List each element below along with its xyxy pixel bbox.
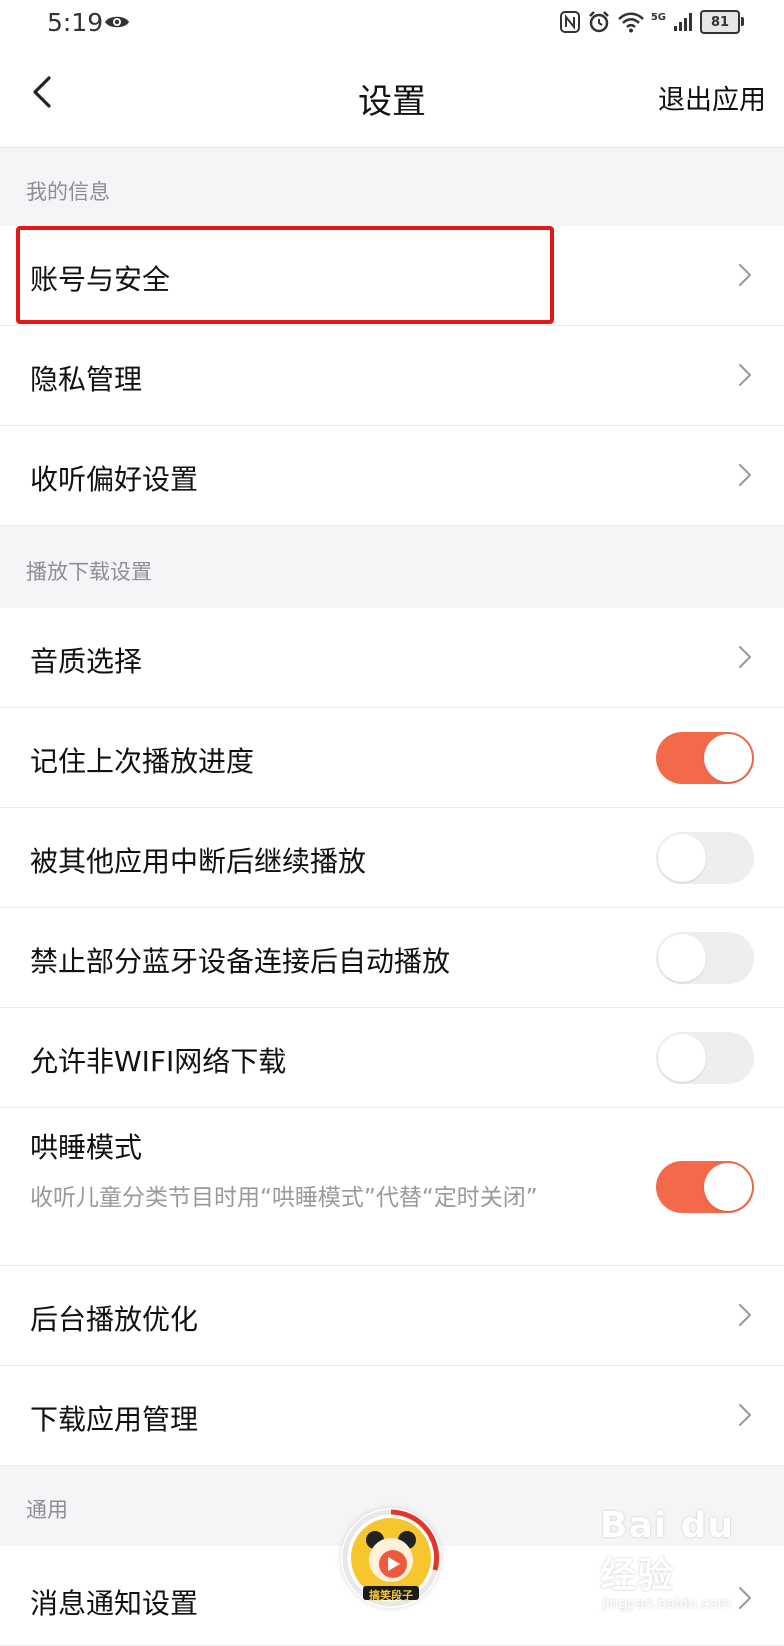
- row-label: 后台播放优化: [30, 1303, 199, 1336]
- row-label: 哄睡模式: [30, 1131, 143, 1164]
- section-header-playback: 播放下载设置: [0, 526, 784, 608]
- battery-indicator: 81: [700, 10, 744, 34]
- row-label: 音质选择: [30, 645, 143, 678]
- status-bar: 5:19 5G 81: [0, 0, 784, 48]
- settings-row-block-bluetooth-autoplay: 禁止部分蓝牙设备连接后自动播放: [0, 908, 784, 1008]
- status-time: 5:19: [47, 8, 104, 37]
- row-label: 隐私管理: [30, 363, 143, 396]
- chevron-right-icon: [739, 1404, 751, 1426]
- row-label: 收听偏好设置: [30, 463, 199, 496]
- row-label: 允许非WIFI网络下载: [30, 1045, 287, 1078]
- settings-row-download-app-management[interactable]: 下载应用管理: [0, 1366, 784, 1466]
- row-label: 被其他应用中断后继续播放: [30, 845, 367, 878]
- settings-row-non-wifi-download: 允许非WIFI网络下载: [0, 1008, 784, 1108]
- settings-row-background-playback[interactable]: 后台播放优化: [0, 1266, 784, 1366]
- section-title: 我的信息: [26, 180, 110, 204]
- wifi-icon: [617, 12, 644, 33]
- chevron-right-icon: [739, 646, 751, 668]
- baidu-jingyan-watermark: Bai du 经验 jingyan.baidu.com: [600, 1505, 784, 1612]
- toggle-knob: [658, 1034, 706, 1082]
- section-title: 通用: [26, 1498, 68, 1522]
- row-label: 消息通知设置: [30, 1587, 199, 1620]
- settings-row-sleep-mode: 哄睡模式 收听儿童分类节目时用“哄睡模式”代替“定时关闭”: [0, 1108, 784, 1266]
- player-label: 搞笑段子: [369, 1589, 413, 1602]
- chevron-right-icon: [739, 1304, 751, 1326]
- exit-app-button[interactable]: 退出应用: [658, 78, 766, 117]
- watermark-main: Bai du 经验: [600, 1505, 735, 1596]
- alarm-icon: [588, 11, 609, 33]
- settings-row-remember-progress: 记住上次播放进度: [0, 708, 784, 808]
- settings-row-listening-preferences[interactable]: 收听偏好设置: [0, 426, 784, 526]
- remember-progress-toggle[interactable]: [656, 732, 754, 784]
- settings-row-privacy[interactable]: 隐私管理: [0, 326, 784, 426]
- settings-row-audio-quality[interactable]: 音质选择: [0, 608, 784, 708]
- sleep-mode-description: 收听儿童分类节目时用“哄睡模式”代替“定时关闭”: [30, 1185, 538, 1211]
- section-title: 播放下载设置: [26, 560, 152, 584]
- toggle-knob: [704, 734, 752, 782]
- section-header-my-info: 我的信息: [0, 148, 784, 226]
- battery-level: 81: [710, 14, 730, 30]
- row-label: 下载应用管理: [30, 1403, 199, 1436]
- highlight-box: [16, 226, 554, 324]
- sleep-mode-toggle[interactable]: [656, 1161, 754, 1213]
- resume-after-interrupt-toggle[interactable]: [656, 832, 754, 884]
- chevron-right-icon: [739, 464, 751, 486]
- signal-5g-label: 5G: [650, 11, 666, 23]
- nfc-icon: [559, 11, 580, 33]
- row-label: 禁止部分蓝牙设备连接后自动播放: [30, 945, 451, 978]
- toggle-knob: [658, 934, 706, 982]
- signal-icon: [674, 13, 692, 31]
- eye-icon: [105, 16, 129, 28]
- settings-row-resume-after-interrupt: 被其他应用中断后继续播放: [0, 808, 784, 908]
- toggle-knob: [704, 1163, 752, 1211]
- status-icons: 5G 81: [559, 10, 744, 34]
- watermark-url: jingyan.baidu.com: [602, 1596, 732, 1612]
- non-wifi-download-toggle[interactable]: [656, 1032, 754, 1084]
- chevron-right-icon: [739, 364, 751, 386]
- mini-player[interactable]: 搞笑段子: [341, 1508, 441, 1608]
- nav-bar: 设置 退出应用: [0, 48, 784, 148]
- row-label: 记住上次播放进度: [30, 745, 255, 778]
- block-bluetooth-autoplay-toggle[interactable]: [656, 932, 754, 984]
- toggle-knob: [658, 834, 706, 882]
- chevron-right-icon: [739, 264, 751, 286]
